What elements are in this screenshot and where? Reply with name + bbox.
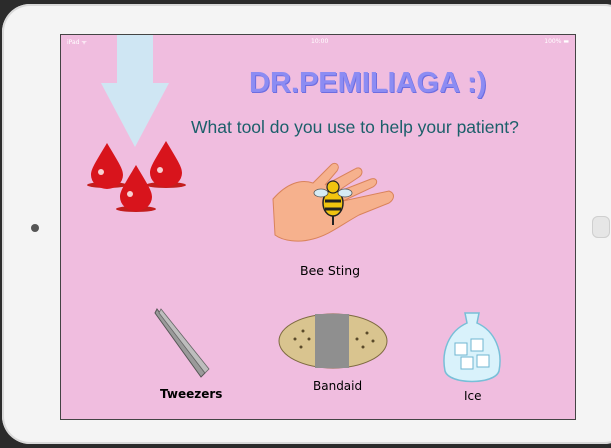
tool-label-ice: Ice	[464, 389, 482, 403]
question-text: What tool do you use to help your patien…	[191, 117, 519, 137]
down-arrow-icon	[101, 35, 169, 147]
status-time: 10:00	[311, 38, 329, 45]
ice-bag-icon[interactable]	[437, 309, 507, 391]
tweezers-icon[interactable]	[153, 307, 213, 379]
status-device: iPad ᯤ	[67, 39, 87, 46]
home-button[interactable]	[31, 224, 39, 232]
side-button[interactable]	[592, 216, 610, 238]
game-screen: iPad ᯤ 10:00 100% ▬ DR.PEMILIAGA :) What…	[60, 34, 576, 420]
status-battery: 100% ▬	[544, 38, 569, 45]
tool-label-tweezers: Tweezers	[160, 387, 223, 401]
patient-label: Bee Sting	[300, 263, 361, 278]
bandaid-icon[interactable]	[277, 311, 389, 371]
tool-label-bandaid: Bandaid	[313, 379, 363, 393]
ipad-frame: iPad ᯤ 10:00 100% ▬ DR.PEMILIAGA :) What…	[2, 4, 611, 444]
blood-drops-icon	[87, 141, 186, 212]
page-title: DR.PEMILIAGA :)	[249, 67, 487, 99]
patient-hand-bee-icon[interactable]	[269, 153, 399, 253]
